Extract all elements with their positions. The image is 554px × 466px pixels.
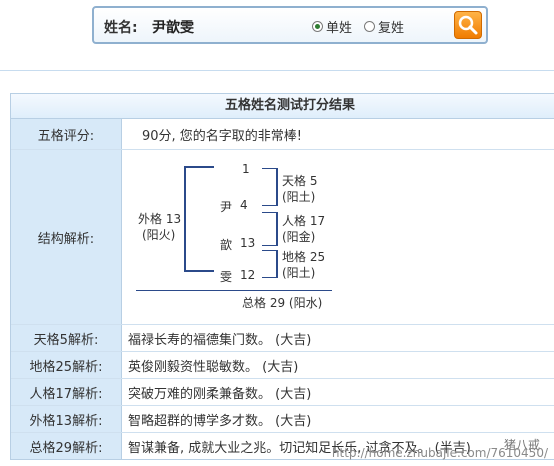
tian-bracket-bottom (262, 205, 276, 206)
analysis-row: 地格25解析: 英俊刚毅资性聪敏数。 (大吉) (11, 352, 554, 379)
analysis-row: 人格17解析: 突破万难的刚柔兼备数。 (大吉) (11, 379, 554, 406)
di-bracket-top (262, 250, 276, 251)
di-ge-element: (阳土) (282, 266, 316, 280)
ren-bracket-bottom (262, 245, 276, 246)
structure-diagram: 外格 13 (阳火) 1 尹 4 歆 13 雯 12 天格 5 (阳土) 人格 … (122, 150, 554, 324)
char-num-4: 12 (240, 268, 256, 282)
analysis-label: 外格13解析: (11, 406, 122, 432)
char-num-3: 13 (240, 236, 256, 250)
analysis-text: 英俊刚毅资性聪敏数。 (大吉) (128, 359, 299, 375)
radio-compound-label: 复姓 (378, 21, 405, 36)
tian-bracket-line (276, 168, 278, 206)
analysis-text: 福禄长寿的福德集门数。 (大吉) (128, 332, 312, 348)
char-num-1: 1 (242, 162, 250, 176)
analysis-text: 突破万难的刚柔兼备数。 (大吉) (128, 386, 312, 402)
result-title: 五格姓名测试打分结果 (11, 94, 554, 119)
radio-unselected-icon (364, 21, 375, 32)
result-table: 五格姓名测试打分结果 五格评分: 90分, 您的名字取的非常棒! 结构解析: 外… (10, 93, 554, 460)
analysis-row: 外格13解析: 智略超群的博学多才数。 (大吉) (11, 406, 554, 433)
di-bracket-bottom (262, 277, 276, 278)
outer-ge-element: (阳火) (142, 228, 176, 242)
analysis-label: 地格25解析: (11, 352, 122, 378)
name-value[interactable]: 尹歆雯 (152, 17, 194, 37)
score-text: 90分, 您的名字取的非常棒! (142, 128, 303, 144)
ren-bracket-top (262, 212, 276, 213)
score-label: 五格评分: (11, 119, 122, 149)
radio-single-label: 单姓 (326, 21, 353, 36)
ren-ge-element: (阳金) (282, 230, 316, 244)
analysis-text: 智略超群的博学多才数。 (大吉) (128, 413, 312, 429)
search-button[interactable] (454, 11, 482, 39)
total-ge: 总格 29 (阳水) (242, 296, 323, 310)
divider (0, 70, 554, 71)
char-1: 尹 (220, 200, 233, 214)
name-label: 姓名: (104, 20, 138, 36)
analysis-row: 天格5解析: 福禄长寿的福德集门数。 (大吉) (11, 325, 554, 352)
di-ge: 地格 25 (282, 250, 326, 264)
radio-single-surname[interactable]: 单姓 (312, 17, 352, 36)
char-num-2: 4 (240, 198, 248, 212)
char-3: 雯 (220, 270, 233, 284)
outer-bracket-top (184, 166, 214, 168)
outer-bracket-line (184, 166, 186, 272)
radio-selected-icon (312, 21, 323, 32)
outer-ge: 外格 13 (138, 212, 182, 226)
watermark-url: http://home.zhubajie.com/7610450/ (331, 446, 548, 460)
analysis-label: 总格29解析: (11, 433, 122, 459)
tian-bracket-top (262, 168, 276, 169)
search-panel: 姓名: 尹歆雯 单姓 复姓 (92, 6, 488, 44)
structure-row: 结构解析: 外格 13 (阳火) 1 尹 4 歆 13 雯 12 天格 5 (阳… (11, 150, 554, 325)
search-icon (458, 15, 478, 35)
radio-compound-surname[interactable]: 复姓 (364, 17, 404, 36)
score-row: 五格评分: 90分, 您的名字取的非常棒! (11, 119, 554, 150)
di-bracket-line (276, 250, 278, 278)
tian-ge: 天格 5 (282, 174, 318, 188)
outer-bracket-bottom (184, 270, 214, 272)
tian-ge-element: (阳土) (282, 190, 316, 204)
analysis-label: 人格17解析: (11, 379, 122, 405)
ren-ge: 人格 17 (282, 214, 326, 228)
ren-bracket-line (276, 212, 278, 246)
analysis-label: 天格5解析: (11, 325, 122, 351)
structure-label: 结构解析: (11, 150, 122, 324)
total-line (136, 290, 332, 291)
char-2: 歆 (220, 238, 233, 252)
